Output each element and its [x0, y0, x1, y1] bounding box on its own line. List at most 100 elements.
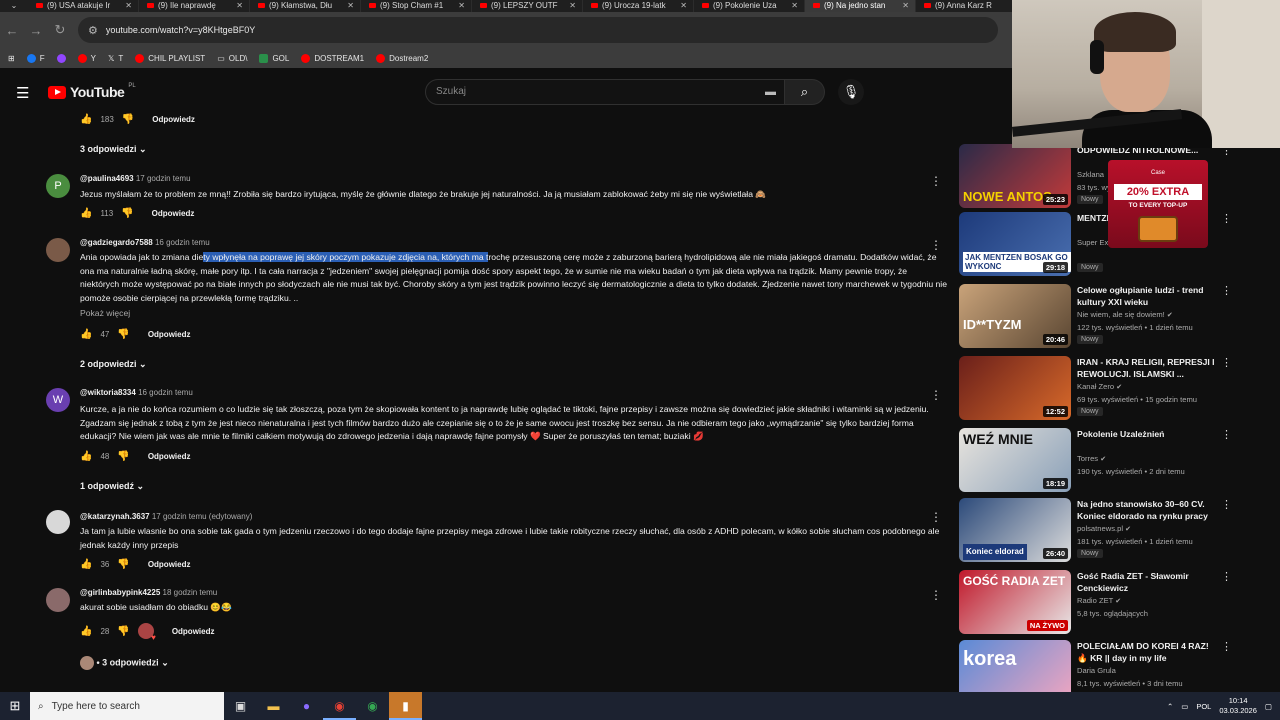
- language-indicator[interactable]: POL: [1196, 702, 1211, 711]
- video-thumbnail[interactable]: 12:52: [959, 356, 1071, 420]
- close-icon[interactable]: ✕: [791, 0, 798, 12]
- bookmark-gol[interactable]: GOL: [259, 53, 289, 63]
- taskbar-search-input[interactable]: ⌕ Type here to search: [30, 692, 224, 720]
- more-options-icon[interactable]: ⋮: [1221, 640, 1232, 653]
- more-options-icon[interactable]: ⋮: [930, 388, 942, 402]
- dislike-icon[interactable]: 👎: [117, 451, 129, 462]
- recommended-video[interactable]: ID**TYZM 20:46 Celowe ogłupianie ludzi - …: [959, 284, 1232, 354]
- replies-toggle[interactable]: 3 odpowiedzi ⌄: [80, 144, 147, 155]
- dislike-icon[interactable]: 👎: [117, 329, 129, 340]
- video-thumbnail[interactable]: korea: [959, 640, 1071, 692]
- dislike-icon[interactable]: 👎: [117, 559, 129, 570]
- browser-tab[interactable]: (9) LEPSZY OUTF ✕: [472, 0, 583, 12]
- close-icon[interactable]: ✕: [347, 0, 354, 12]
- chrome-profile-icon[interactable]: ◉: [356, 692, 389, 720]
- close-icon[interactable]: ✕: [458, 0, 465, 12]
- bookmark-youtube[interactable]: Y: [77, 53, 96, 63]
- browser-tab[interactable]: (9) Kłamstwa, Dłu ✕: [250, 0, 361, 12]
- more-options-icon[interactable]: ⋮: [930, 238, 942, 252]
- dislike-icon[interactable]: 👎: [117, 626, 129, 637]
- close-icon[interactable]: ✕: [125, 0, 132, 12]
- like-icon[interactable]: 👍: [80, 208, 92, 219]
- close-icon[interactable]: ✕: [236, 0, 243, 12]
- bookmark-chil-playlist[interactable]: CHIL PLAYLIST: [135, 53, 205, 63]
- windows-start-icon[interactable]: ⊞: [0, 698, 30, 714]
- more-options-icon[interactable]: ⋮: [930, 510, 942, 524]
- chevron-up-icon[interactable]: ⌃: [1167, 702, 1173, 711]
- close-icon[interactable]: ✕: [569, 0, 576, 12]
- bookmark-dostream1[interactable]: DOSTREAM1: [301, 53, 364, 63]
- like-icon[interactable]: 👍: [80, 451, 92, 462]
- dislike-icon[interactable]: 👎: [121, 208, 133, 219]
- like-icon[interactable]: 👍: [80, 559, 92, 570]
- clock[interactable]: 10:14 03.03.2026: [1219, 696, 1257, 716]
- browser-tab[interactable]: (9) Stop Cham #1 ✕: [361, 0, 472, 12]
- recommended-video[interactable]: WEŹ MNIE 18:19 Pokolenie Uzależnień Torre…: [959, 428, 1232, 498]
- url-field[interactable]: ⚙ youtube.com/watch?v=y8KHtgeBF0Y: [78, 17, 998, 43]
- search-button[interactable]: ⌕: [785, 79, 825, 105]
- task-view-icon[interactable]: ▣: [224, 692, 257, 720]
- reply-button[interactable]: Odpowiedz: [148, 330, 191, 339]
- show-more-link[interactable]: Pokaż więcej: [80, 308, 130, 318]
- video-thumbnail[interactable]: WEŹ MNIE 18:19: [959, 428, 1071, 492]
- browser-tab[interactable]: (9) USA atakuje Ir ✕: [28, 0, 139, 12]
- more-options-icon[interactable]: ⋮: [930, 588, 942, 602]
- replies-toggle[interactable]: 2 odpowiedzi ⌄: [80, 359, 147, 370]
- reply-button[interactable]: Odpowiedz: [148, 560, 191, 569]
- more-options-icon[interactable]: ⋮: [1221, 498, 1232, 511]
- browser-tab[interactable]: (9) Anna Karz R: [916, 0, 1027, 12]
- forward-arrow-icon[interactable]: →: [24, 23, 48, 38]
- reply-button[interactable]: Odpowiedz: [148, 452, 191, 461]
- like-icon[interactable]: 👍: [80, 626, 92, 637]
- more-options-icon[interactable]: ⋮: [1221, 428, 1232, 441]
- video-thumbnail[interactable]: GOŚĆ RADIA ZET NA ŻYWO: [959, 570, 1071, 634]
- recommended-video[interactable]: GOŚĆ RADIA ZET NA ŻYWO Gość Radia ZET - S…: [959, 570, 1232, 640]
- recommended-video[interactable]: 12:52 IRAN - KRAJ RELIGII, REPRESJI I RE…: [959, 356, 1232, 426]
- network-icon[interactable]: ▭: [1181, 702, 1188, 711]
- avatar[interactable]: [46, 510, 70, 534]
- bookmark-facebook[interactable]: F: [26, 53, 45, 63]
- tab-search-icon[interactable]: ⌄: [0, 0, 28, 12]
- avatar[interactable]: [46, 238, 70, 262]
- browser-tab[interactable]: (9) Ile naprawdę ✕: [139, 0, 250, 12]
- close-icon[interactable]: ✕: [680, 0, 687, 12]
- obs-icon[interactable]: ▮: [389, 692, 422, 720]
- replies-toggle[interactable]: • 3 odpowiedzi ⌄: [80, 656, 169, 670]
- more-options-icon[interactable]: ⋮: [1221, 212, 1232, 225]
- back-arrow-icon[interactable]: ←: [0, 23, 24, 38]
- replies-toggle[interactable]: 1 odpowiedź ⌄: [80, 481, 144, 492]
- avatar[interactable]: [46, 588, 70, 612]
- bookmark-x[interactable]: 𝕏T: [108, 54, 123, 63]
- reload-icon[interactable]: ↻: [48, 22, 72, 38]
- like-icon[interactable]: 👍: [80, 114, 92, 125]
- apps-grid-icon[interactable]: ⊞: [8, 54, 15, 63]
- more-options-icon[interactable]: ⋮: [930, 174, 942, 188]
- video-thumbnail[interactable]: Koniec eldorad 26:40: [959, 498, 1071, 562]
- notification-icon[interactable]: ▢: [1265, 702, 1272, 711]
- reply-button[interactable]: Odpowiedz: [152, 115, 195, 124]
- like-icon[interactable]: 👍: [80, 329, 92, 340]
- messenger-icon[interactable]: ●: [290, 692, 323, 720]
- avatar[interactable]: W: [46, 388, 70, 412]
- youtube-logo[interactable]: YouTube PL: [48, 83, 136, 100]
- video-thumbnail[interactable]: NOWE ANTOS 25:23: [959, 144, 1071, 208]
- dislike-icon[interactable]: 👎: [122, 114, 134, 125]
- browser-tab[interactable]: (9) Pokolenie Uza ✕: [694, 0, 805, 12]
- chrome-icon[interactable]: ◉: [323, 692, 356, 720]
- reply-button[interactable]: Odpowiedz: [172, 627, 215, 636]
- keyboard-icon[interactable]: ▬: [765, 80, 776, 104]
- more-options-icon[interactable]: ⋮: [1221, 570, 1232, 583]
- bookmark-folder-old[interactable]: ▭ OLD\: [217, 54, 247, 63]
- recommended-video[interactable]: Koniec eldorad 26:40 Na jedno stanowisko …: [959, 498, 1232, 568]
- site-info-icon[interactable]: ⚙: [88, 24, 98, 37]
- microphone-icon[interactable]: 🎙: [838, 79, 864, 105]
- more-options-icon[interactable]: ⋮: [1221, 284, 1232, 297]
- close-icon[interactable]: ✕: [902, 0, 909, 12]
- menu-icon[interactable]: ☰: [16, 84, 32, 102]
- reply-button[interactable]: Odpowiedz: [152, 209, 195, 218]
- browser-tab[interactable]: (9) Urocza 19-latk ✕: [583, 0, 694, 12]
- video-thumbnail[interactable]: ID**TYZM 20:46: [959, 284, 1071, 348]
- browser-tab-active[interactable]: (9) Na jedno stan ✕: [805, 0, 916, 12]
- bookmark-twitch[interactable]: [56, 53, 66, 63]
- more-options-icon[interactable]: ⋮: [1221, 356, 1232, 369]
